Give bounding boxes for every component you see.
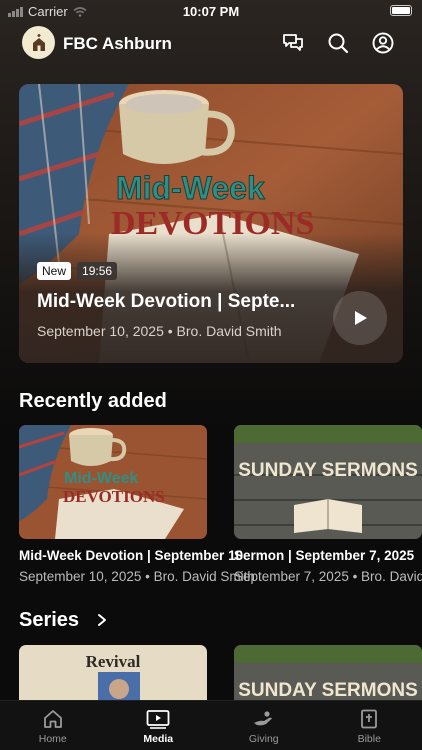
app-header: FBC Ashburn: [0, 26, 422, 62]
recent-thumb-devotion: Mid-Week DEVOTIONS: [19, 425, 207, 539]
church-icon: [32, 33, 45, 51]
tab-media-label: Media: [143, 733, 174, 745]
featured-meta: September 10, 2025 • Bro. David Smith: [37, 323, 282, 339]
home-icon: [43, 710, 62, 728]
recent-art-line2: DEVOTIONS: [63, 487, 165, 506]
devotion-artwork: Mid-Week DEVOTIONS: [19, 425, 207, 539]
recent-card-sermon[interactable]: SUNDAY SERMONS Sermon | September 7, 202…: [234, 425, 422, 584]
sunday-art-title: SUNDAY SERMONS: [238, 680, 418, 700]
series-thumb-revival: Revival: [19, 645, 207, 700]
play-icon: [355, 311, 367, 325]
tab-bar: Home Media Giving Bible: [0, 700, 422, 750]
tab-giving-label: Giving: [248, 733, 279, 745]
featured-title: Mid-Week Devotion | Septe...: [37, 291, 296, 312]
sermon-art-title: SUNDAY SERMONS: [238, 460, 418, 481]
featured-badges: New 19:56: [37, 262, 118, 280]
tab-media[interactable]: Media: [106, 701, 212, 750]
tab-giving[interactable]: Giving: [211, 701, 317, 750]
featured-media-card[interactable]: Mid-Week DEVOTIONS New 19:56 Mid-Week De…: [19, 84, 403, 363]
tab-bible[interactable]: Bible: [317, 701, 422, 750]
recent-thumb-sermon: SUNDAY SERMONS: [234, 425, 422, 539]
bible-icon: [361, 709, 378, 729]
status-bar: Carrier 10:07 PM: [0, 0, 422, 22]
sermon-artwork: SUNDAY SERMONS: [234, 425, 422, 539]
battery-icon: [390, 5, 412, 16]
recent-card-devotion[interactable]: Mid-Week DEVOTIONS Mid-Week Devotion | S…: [19, 425, 255, 584]
recent-title: Mid-Week Devotion | September 10: [19, 548, 244, 563]
tab-home-label: Home: [38, 733, 67, 745]
new-badge: New: [37, 262, 72, 280]
recent-meta: September 10, 2025 • Bro. David Smith: [19, 569, 255, 584]
chevron-right-icon[interactable]: [95, 613, 109, 627]
revival-artwork: Revival: [19, 645, 207, 700]
search-button[interactable]: [326, 31, 350, 55]
profile-icon: [372, 32, 394, 54]
series-card-sunday[interactable]: SUNDAY SERMONS: [234, 645, 422, 700]
recent-meta: September 7, 2025 • Bro. David Smith: [234, 569, 422, 584]
recently-added-row[interactable]: Mid-Week DEVOTIONS Mid-Week Devotion | S…: [19, 425, 422, 590]
recent-title: Sermon | September 7, 2025: [234, 548, 415, 563]
chat-button[interactable]: [281, 31, 305, 55]
series-thumb-sunday: SUNDAY SERMONS: [234, 645, 422, 700]
revival-art-title: Revival: [86, 652, 141, 671]
play-button[interactable]: [333, 291, 387, 345]
tab-bible-label: Bible: [357, 733, 381, 745]
clock: 10:07 PM: [182, 4, 240, 19]
duration-badge: 19:56: [77, 262, 118, 280]
sunday-sermons-artwork: SUNDAY SERMONS: [234, 645, 422, 700]
church-logo[interactable]: [22, 26, 55, 59]
media-icon: [146, 710, 170, 729]
recently-added-heading: Recently added: [19, 390, 167, 412]
series-heading[interactable]: Series: [19, 609, 79, 632]
church-name: FBC Ashburn: [63, 34, 172, 53]
featured-art-line1: Mid-Week: [116, 170, 265, 206]
series-row[interactable]: Revival SUNDAY SERMONS: [19, 645, 422, 700]
search-icon: [328, 33, 349, 54]
profile-button[interactable]: [371, 31, 395, 55]
chat-icon: [283, 34, 303, 51]
series-card-revival[interactable]: Revival: [19, 645, 207, 700]
giving-icon: [253, 711, 272, 726]
tab-home[interactable]: Home: [0, 701, 106, 750]
recent-art-line1: Mid-Week: [64, 470, 138, 487]
